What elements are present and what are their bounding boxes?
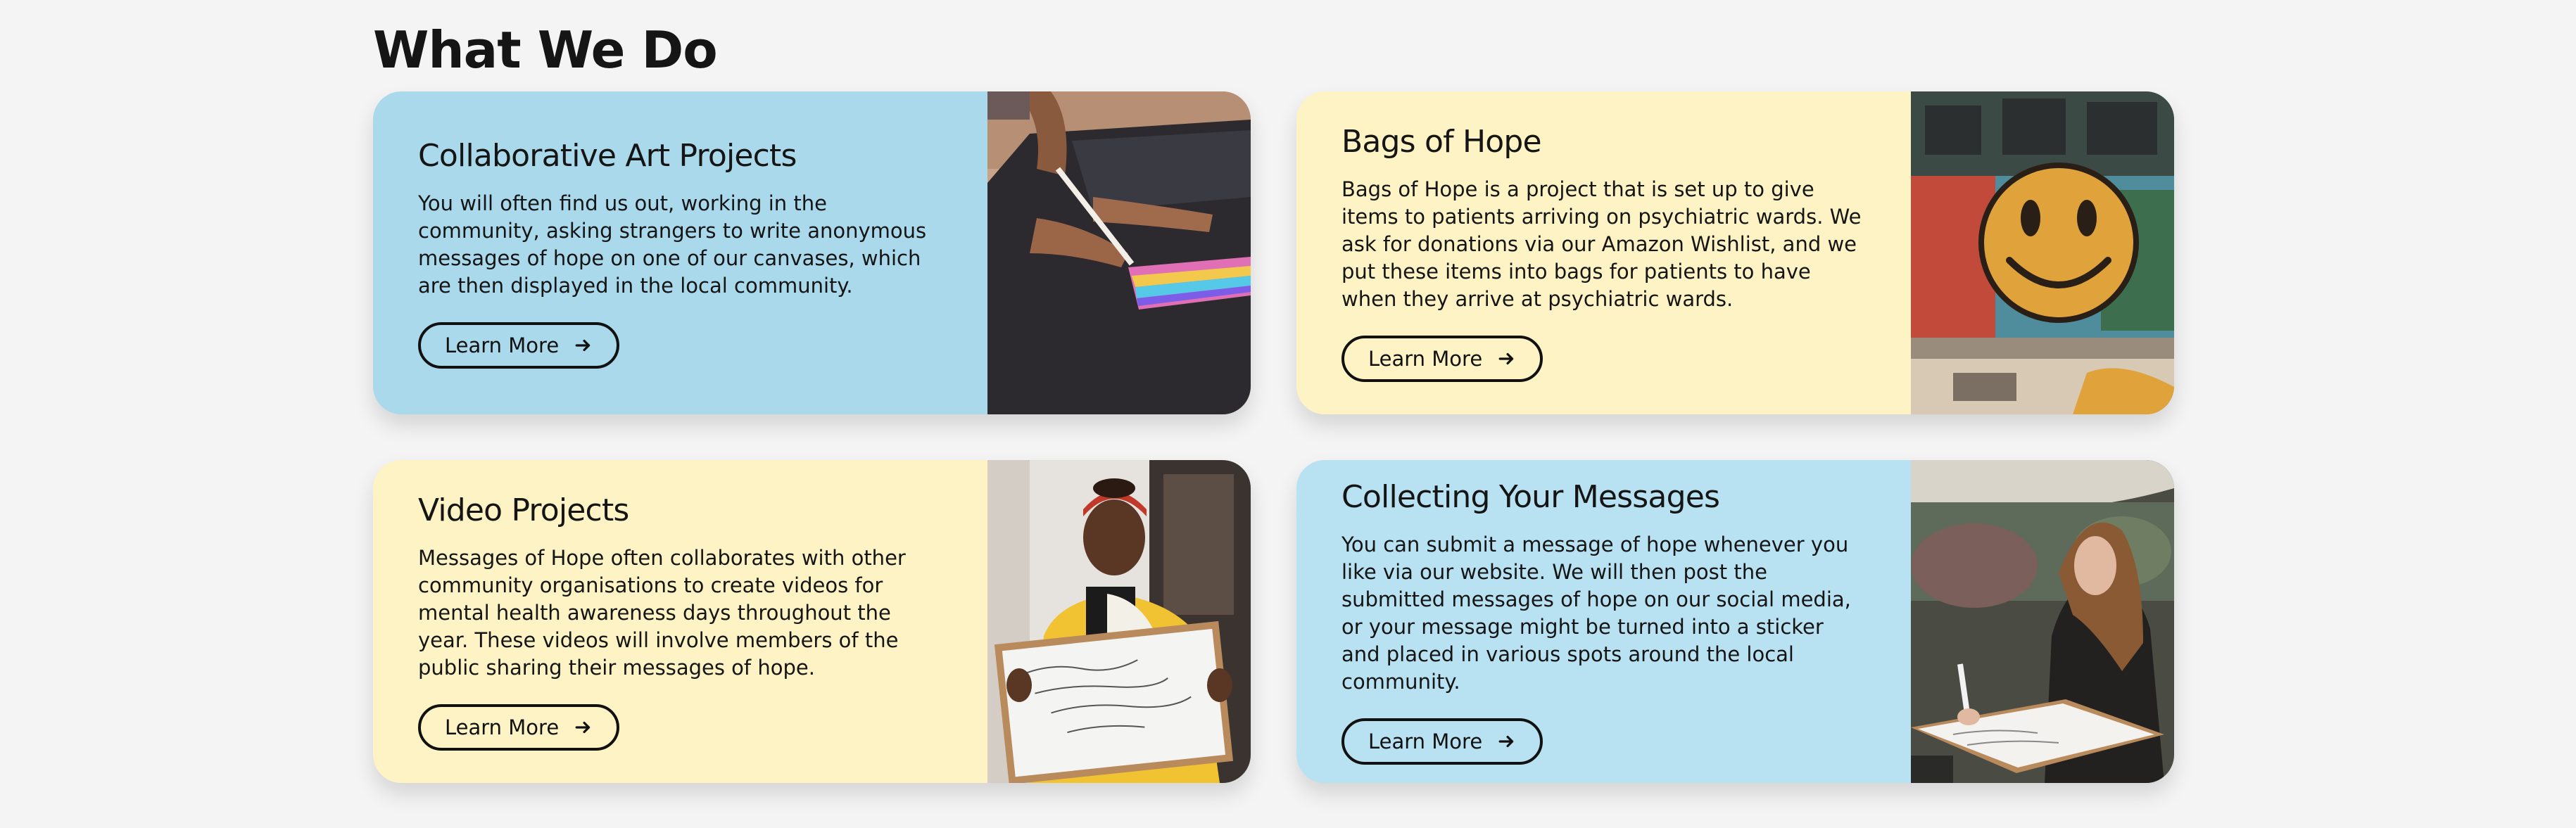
card-content: Collecting Your Messages You can submit … xyxy=(1296,460,1911,783)
smiley-graffiti-image xyxy=(1911,91,2174,414)
button-label: Learn More xyxy=(1368,347,1483,371)
card-collecting-messages: Collecting Your Messages You can submit … xyxy=(1296,460,2174,783)
card-collaborative-art: Collaborative Art Projects You will ofte… xyxy=(373,91,1251,414)
button-label: Learn More xyxy=(445,333,560,357)
arrow-right-icon xyxy=(1498,735,1514,747)
writing-message-image xyxy=(1911,460,2174,783)
section-heading: What We Do xyxy=(373,20,718,79)
card-description: Bags of Hope is a project that is set up… xyxy=(1341,177,1862,311)
arrow-right-icon xyxy=(575,339,591,351)
arrow-right-icon xyxy=(575,721,591,734)
card-content: Bags of Hope Bags of Hope is a project t… xyxy=(1296,91,1911,414)
art-canvas-image xyxy=(987,91,1251,414)
card-title: Bags of Hope xyxy=(1341,124,1542,160)
card-content: Collaborative Art Projects You will ofte… xyxy=(373,91,987,414)
card-video-projects: Video Projects Messages of Hope often co… xyxy=(373,460,1251,783)
arrow-right-icon xyxy=(1498,352,1514,365)
card-description: You can submit a message of hope wheneve… xyxy=(1341,532,1851,694)
learn-more-button[interactable]: Learn More xyxy=(418,321,620,369)
woman-with-sign-image xyxy=(987,460,1251,783)
card-photo-writing-message xyxy=(1911,460,2174,783)
card-title: Video Projects xyxy=(418,492,629,528)
card-description: You will often find us out, working in t… xyxy=(418,191,927,298)
card-description: Messages of Hope often collaborates with… xyxy=(418,546,906,680)
learn-more-button[interactable]: Learn More xyxy=(1341,718,1543,765)
card-photo-woman-with-sign xyxy=(987,460,1251,783)
card-title: Collaborative Art Projects xyxy=(418,137,797,174)
button-label: Learn More xyxy=(445,715,560,739)
card-photo-art-canvas xyxy=(987,91,1251,414)
card-title: Collecting Your Messages xyxy=(1341,478,1720,515)
learn-more-button[interactable]: Learn More xyxy=(418,704,620,751)
card-photo-smiley-graffiti xyxy=(1911,91,2174,414)
button-label: Learn More xyxy=(1368,729,1483,753)
card-content: Video Projects Messages of Hope often co… xyxy=(373,460,987,783)
card-bags-of-hope: Bags of Hope Bags of Hope is a project t… xyxy=(1296,91,2174,414)
learn-more-button[interactable]: Learn More xyxy=(1341,336,1543,382)
